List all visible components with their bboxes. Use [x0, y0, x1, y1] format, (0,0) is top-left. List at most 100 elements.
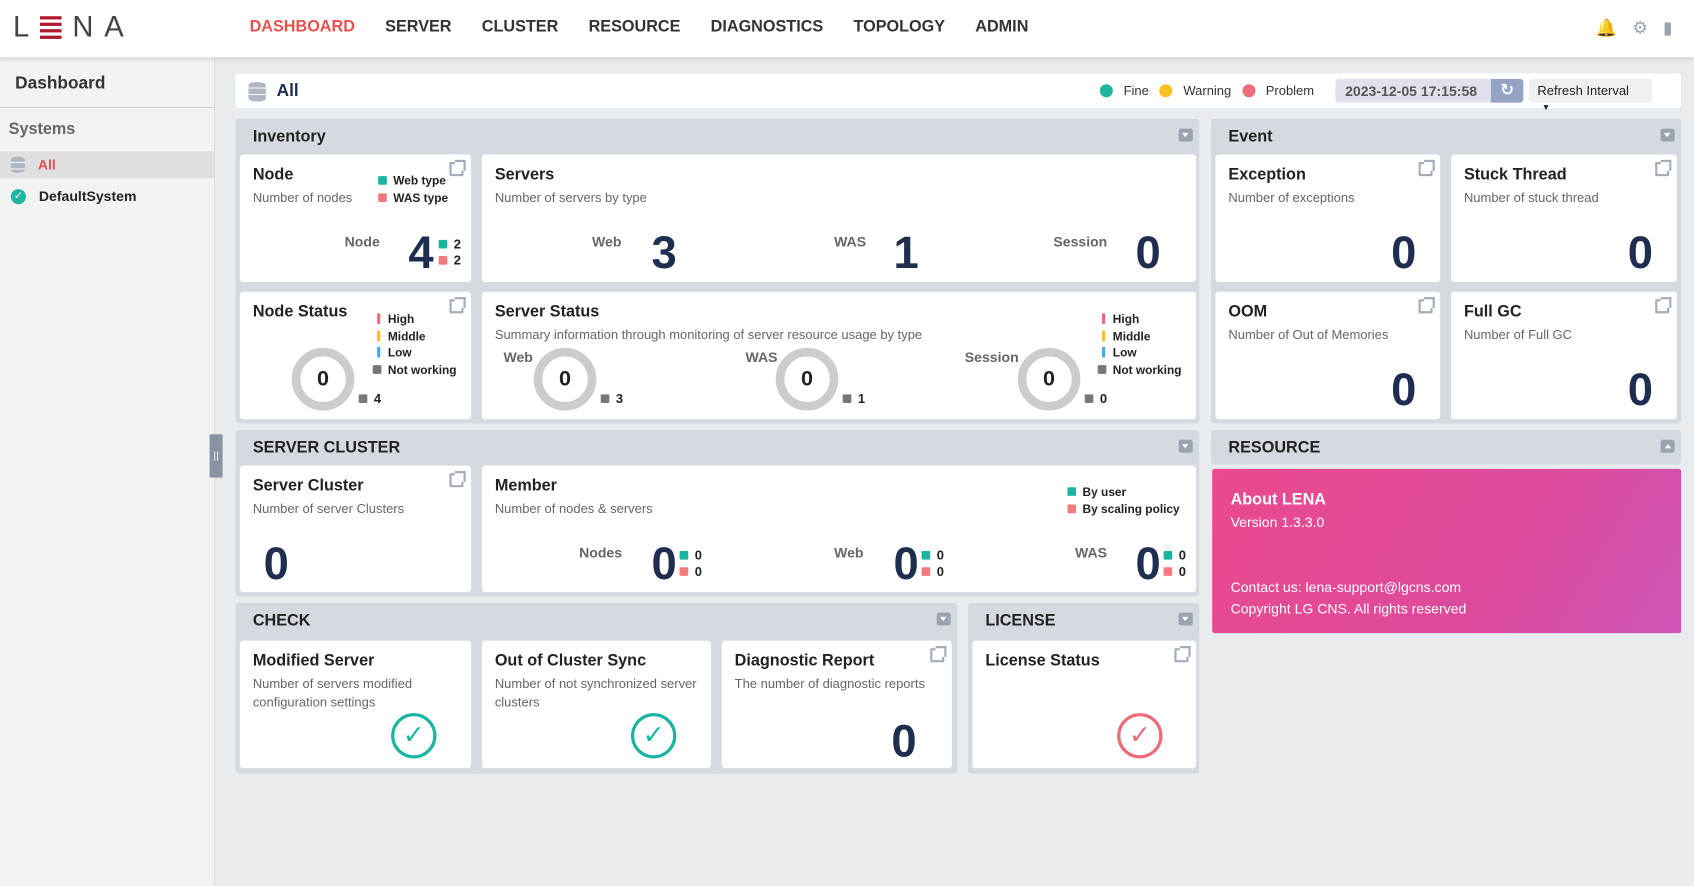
nav-cluster[interactable]: CLUSTER — [482, 17, 559, 35]
external-link-icon[interactable] — [1418, 297, 1435, 314]
collapse-icon[interactable] — [1178, 612, 1193, 626]
card-title: Server Cluster — [252, 476, 364, 495]
nav-server[interactable]: SERVER — [385, 17, 451, 35]
nodes-breakdown: 00 — [679, 548, 702, 580]
was-status-donut[interactable]: 0 — [775, 347, 839, 411]
nav-diagnostics[interactable]: DIAGNOSTICS — [711, 17, 824, 35]
card-subtitle: Number of server Clusters — [252, 501, 405, 517]
card-subtitle: Number of not synchronized server cluste… — [494, 676, 697, 710]
web-status-donut[interactable]: 0 — [533, 347, 597, 411]
node-web-count: 2 — [453, 236, 461, 252]
contact[interactable]: Contact us: lena-support@lgcns.com — [1231, 579, 1462, 595]
stuck-thread-count: 0 — [1627, 226, 1654, 278]
refresh-interval-dropdown[interactable]: Refresh Interval ▼ — [1528, 78, 1652, 112]
session-status-donut[interactable]: 0 — [1017, 347, 1081, 411]
node-legend: Web type WAS type — [378, 174, 448, 207]
external-link-icon[interactable] — [1174, 646, 1191, 663]
was-label: WAS — [834, 233, 867, 250]
card-subtitle: Number of nodes — [252, 190, 353, 206]
collapse-icon[interactable] — [1178, 128, 1193, 142]
count: 0 — [936, 547, 944, 563]
inventory-panel: Inventory Node Number of nodes Web type W… — [235, 118, 1200, 424]
web-breakdown: 00 — [921, 547, 944, 580]
web-count: 3 — [651, 226, 677, 278]
collapse-icon[interactable] — [1660, 439, 1675, 453]
refresh-button[interactable]: ↻ — [1490, 78, 1524, 103]
session-not-working: 0 — [1084, 391, 1107, 407]
card-subtitle: Summary information through monitoring o… — [494, 327, 923, 343]
sidebar-title: Dashboard — [15, 74, 106, 93]
web-label: Web — [834, 544, 864, 561]
server-status-card: Server Status Summary information throug… — [481, 291, 1197, 420]
logout-icon[interactable]: ▮ — [1663, 17, 1673, 39]
warning-icon — [1159, 84, 1173, 98]
node-was-count: 2 — [453, 252, 461, 268]
collapse-icon[interactable] — [936, 612, 951, 626]
resource-panel-header: RESOURCE — [1211, 429, 1682, 465]
oom-card: OOM Number of Out of Memories 0 — [1215, 291, 1441, 420]
sidebar-item-all[interactable]: All — [0, 151, 214, 179]
sidebar: Dashboard Systems All ✓ DefaultSystem — [0, 57, 215, 886]
collapse-icon[interactable] — [1178, 439, 1193, 453]
collapse-icon[interactable] — [1660, 128, 1675, 142]
card-title: License Status — [985, 651, 1100, 670]
node-status-donut[interactable]: 0 — [291, 347, 355, 411]
bell-icon[interactable]: 🔔 — [1596, 17, 1618, 39]
nav-admin[interactable]: ADMIN — [975, 17, 1028, 35]
card-title: Exception — [1228, 165, 1306, 184]
node-card: Node Number of nodes Web type WAS type No… — [239, 154, 472, 282]
legend-low: Low — [1112, 346, 1137, 360]
check-circle-icon: ✓ — [10, 188, 26, 204]
card-subtitle: Number of servers by type — [494, 190, 647, 206]
legend-high: High — [1112, 313, 1140, 327]
server-cluster-count: 0 — [263, 538, 289, 589]
legend-high: High — [387, 313, 415, 327]
card-subtitle: Number of servers modified configuration… — [252, 676, 413, 710]
nav-dashboard[interactable]: DASHBOARD — [250, 17, 355, 35]
legend-by-scaling: By scaling policy — [1082, 502, 1180, 516]
lena-logo[interactable]: L NA — [13, 11, 135, 44]
external-link-icon[interactable] — [449, 471, 466, 488]
legend-middle: Middle — [387, 330, 426, 344]
panel-title: RESOURCE — [1228, 438, 1321, 458]
external-link-icon[interactable] — [449, 159, 466, 177]
count: 0 — [694, 563, 702, 580]
external-link-icon[interactable] — [930, 646, 947, 663]
server-cluster-card: Server Cluster Number of server Clusters … — [239, 465, 472, 593]
was-count: 0 — [1135, 538, 1161, 589]
server-cluster-panel: SERVER CLUSTER Server Cluster Number of s… — [235, 429, 1200, 597]
web-label: Web — [503, 348, 533, 366]
was-label: WAS — [745, 348, 778, 366]
external-link-icon[interactable] — [1418, 159, 1435, 177]
external-link-icon[interactable] — [449, 297, 466, 314]
nav-topology[interactable]: TOPOLOGY — [853, 17, 945, 35]
scope-title: All — [276, 82, 299, 101]
modified-server-card: Modified Server Number of servers modifie… — [239, 640, 472, 769]
sidebar-item-defaultsystem[interactable]: ✓ DefaultSystem — [0, 183, 214, 210]
legend-not-working: Not working — [387, 363, 457, 377]
external-link-icon[interactable] — [1655, 159, 1672, 177]
card-title: Server Status — [494, 302, 600, 321]
refresh-interval-label: Refresh Interval — [1537, 83, 1629, 99]
member-legend: By user By scaling policy — [1067, 485, 1180, 518]
panel-title: CHECK — [252, 611, 311, 630]
main-nav: DASHBOARD SERVER CLUSTER RESOURCE DIAGNO… — [250, 17, 1029, 35]
card-subtitle: Number of stuck thread — [1463, 190, 1599, 206]
external-link-icon[interactable] — [1655, 297, 1672, 314]
card-title: OOM — [1228, 302, 1268, 321]
nav-resource[interactable]: RESOURCE — [589, 17, 681, 35]
card-subtitle: Number of Out of Memories — [1228, 327, 1389, 343]
web-count: 0 — [893, 538, 919, 589]
card-subtitle: The number of diagnostic reports — [734, 676, 925, 692]
sidebar-collapse-handle[interactable]: || — [209, 434, 223, 478]
card-title: Diagnostic Report — [734, 651, 875, 670]
card-subtitle: Number of Full GC — [1463, 327, 1573, 343]
about-lena-card: About LENA Version 1.3.3.0 Contact us: l… — [1212, 468, 1682, 634]
top-header: L NA DASHBOARD SERVER CLUSTER RESOURCE DI… — [0, 0, 1694, 58]
diagnostic-report-card: Diagnostic Report The number of diagnosti… — [721, 640, 952, 769]
not-working-count: 4 — [358, 391, 381, 407]
count: 0 — [1178, 563, 1186, 580]
nodes-label: Nodes — [579, 544, 623, 561]
event-panel: Event Exception Number of exceptions 0 St… — [1211, 118, 1682, 424]
gear-icon[interactable]: ⚙ — [1632, 17, 1647, 39]
